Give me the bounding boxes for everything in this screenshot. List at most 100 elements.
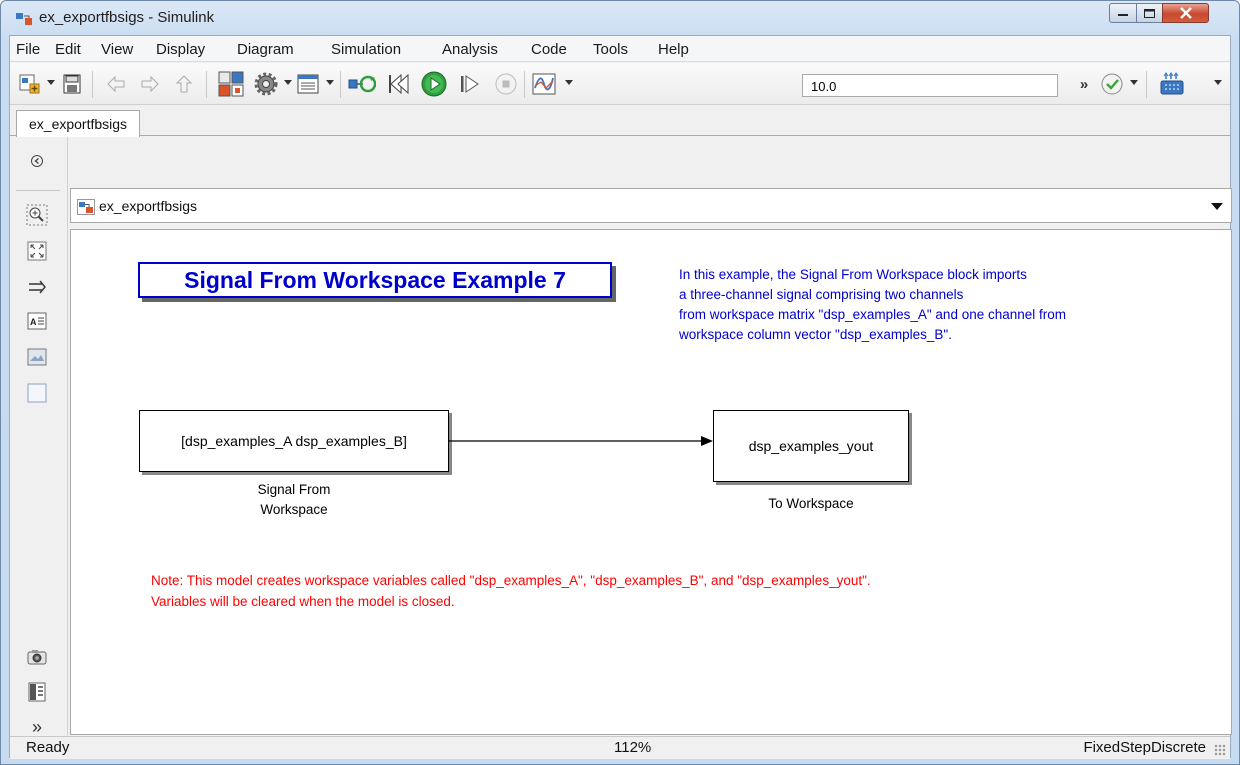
- update-diagram-button[interactable]: [348, 70, 376, 98]
- config-dropdown-icon[interactable]: [284, 80, 292, 85]
- menu-tools[interactable]: Tools: [593, 41, 628, 58]
- address-dropdown-icon[interactable]: [1211, 203, 1223, 210]
- snapshot-button[interactable]: [24, 645, 50, 669]
- stop-button[interactable]: [492, 70, 520, 98]
- minimize-icon: [1118, 14, 1128, 16]
- note-annotation[interactable]: Note: This model creates workspace varia…: [151, 570, 871, 612]
- close-icon: [1179, 7, 1192, 19]
- source-block-name[interactable]: Signal From Workspace: [234, 480, 354, 520]
- stop-icon: [495, 73, 517, 95]
- source-block-name-line1: Signal From: [257, 482, 331, 497]
- signal-line[interactable]: [449, 434, 715, 448]
- hide-browser-button[interactable]: [24, 149, 50, 173]
- signal-from-workspace-block[interactable]: [dsp_examples_A dsp_examples_B]: [139, 410, 449, 472]
- left-palette: A »: [10, 137, 68, 737]
- new-model-icon: [19, 74, 40, 94]
- menu-help[interactable]: Help: [658, 41, 689, 58]
- image-button[interactable]: [24, 345, 50, 369]
- to-workspace-block[interactable]: dsp_examples_yout: [713, 410, 909, 482]
- maximize-button[interactable]: [1136, 3, 1163, 23]
- scope-viewer-button[interactable]: [530, 70, 558, 98]
- menu-file[interactable]: File: [16, 41, 40, 58]
- step-back-button[interactable]: [386, 70, 414, 98]
- sink-block-name[interactable]: To Workspace: [741, 494, 881, 514]
- resize-grip[interactable]: [1214, 744, 1226, 756]
- svg-text:A: A: [30, 317, 37, 327]
- step-forward-icon: [461, 75, 479, 93]
- model-data-button[interactable]: [24, 680, 50, 704]
- new-dropdown-icon[interactable]: [47, 80, 55, 85]
- model-address-bar[interactable]: ex_exportfbsigs: [70, 188, 1232, 223]
- update-diagram-icon: [348, 75, 376, 93]
- model-browser-icon: [28, 682, 46, 702]
- fit-to-view-icon: [27, 241, 47, 261]
- toolbar-separator: [1146, 71, 1147, 98]
- advisor-dropdown-icon[interactable]: [1130, 80, 1138, 85]
- menu-simulation[interactable]: Simulation: [331, 41, 401, 58]
- model-explorer-icon: [297, 74, 319, 94]
- menu-code[interactable]: Code: [531, 41, 567, 58]
- menu-edit[interactable]: Edit: [55, 41, 81, 58]
- gear-icon: [254, 72, 278, 96]
- model-config-button[interactable]: [252, 70, 280, 98]
- tab-ex-exportfbsigs[interactable]: ex_exportfbsigs: [16, 110, 141, 137]
- menu-display[interactable]: Display: [156, 41, 205, 58]
- forward-arrow-icon: [141, 75, 159, 93]
- minimize-button[interactable]: [1109, 3, 1137, 23]
- solver-name[interactable]: FixedStepDiscrete: [1083, 739, 1206, 756]
- annotation-icon: A: [27, 312, 47, 330]
- new-model-button[interactable]: [16, 70, 44, 98]
- model-title-text: Signal From Workspace Example 7: [184, 266, 566, 293]
- hardware-button[interactable]: [1158, 70, 1186, 98]
- save-button[interactable]: [58, 70, 86, 98]
- toolbar: 10.0 »: [10, 63, 1230, 105]
- up-button[interactable]: [170, 70, 198, 98]
- area-button[interactable]: [24, 381, 50, 405]
- stop-time-input[interactable]: 10.0: [802, 74, 1058, 97]
- library-browser-button[interactable]: [217, 70, 245, 98]
- model-explorer-button[interactable]: [294, 70, 322, 98]
- back-button[interactable]: [102, 70, 130, 98]
- signal-arrowhead-icon: [701, 436, 713, 446]
- menu-view[interactable]: View: [101, 41, 133, 58]
- toolbar-overflow-button[interactable]: »: [1070, 70, 1098, 98]
- model-canvas[interactable]: Signal From Workspace Example 7 In this …: [70, 229, 1232, 735]
- collapse-circle-icon: [31, 155, 43, 167]
- zoom-button[interactable]: [24, 203, 50, 227]
- fit-to-view-button[interactable]: [24, 239, 50, 263]
- hardware-board-icon: [1160, 72, 1184, 95]
- tab-strip: ex_exportfbsigs: [10, 106, 1230, 137]
- back-arrow-icon: [107, 75, 125, 93]
- zoom-level: 112%: [614, 739, 652, 756]
- menu-diagram[interactable]: Diagram: [237, 41, 294, 58]
- hardware-dropdown-icon[interactable]: [1214, 80, 1222, 85]
- client-area: File Edit View Display Diagram Simulatio…: [9, 35, 1232, 759]
- close-button[interactable]: [1162, 3, 1209, 23]
- menu-analysis[interactable]: Analysis: [442, 41, 498, 58]
- step-forward-button[interactable]: [456, 70, 484, 98]
- library-browser-icon: [218, 71, 244, 97]
- model-path[interactable]: ex_exportfbsigs: [99, 198, 197, 214]
- run-icon: [421, 71, 447, 97]
- model-title-annotation[interactable]: Signal From Workspace Example 7: [138, 262, 612, 298]
- model-advisor-button[interactable]: [1098, 70, 1126, 98]
- toolbar-separator: [206, 71, 207, 98]
- scope-icon: [532, 73, 556, 95]
- scope-dropdown-icon[interactable]: [565, 80, 573, 85]
- source-block-name-line2: Workspace: [260, 502, 328, 517]
- title-bar[interactable]: ex_exportfbsigs - Simulink: [1, 1, 1239, 35]
- annotation-button[interactable]: A: [24, 309, 50, 333]
- toolbar-separator: [92, 71, 93, 98]
- area-icon: [27, 383, 47, 403]
- source-block-parameter: [dsp_examples_A dsp_examples_B]: [181, 433, 407, 449]
- explorer-dropdown-icon[interactable]: [326, 80, 334, 85]
- status-bar: Ready 112% FixedStepDiscrete: [10, 736, 1230, 759]
- forward-button[interactable]: [136, 70, 164, 98]
- camera-icon: [27, 650, 47, 665]
- run-button[interactable]: [420, 70, 448, 98]
- simulink-model-icon: [16, 13, 32, 25]
- description-annotation[interactable]: In this example, the Signal From Workspa…: [679, 265, 1219, 345]
- window-title: ex_exportfbsigs - Simulink: [39, 9, 215, 26]
- route-lines-button[interactable]: [24, 275, 50, 299]
- maximize-icon: [1144, 8, 1155, 18]
